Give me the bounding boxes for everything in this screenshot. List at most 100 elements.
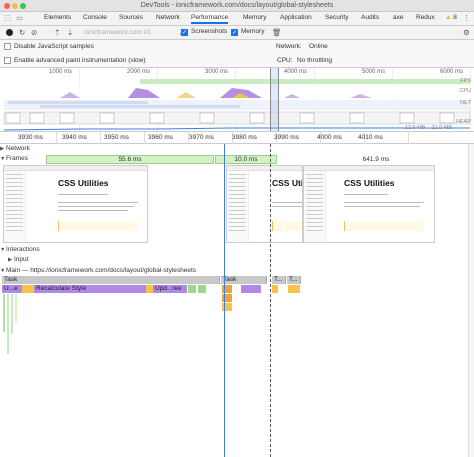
flame-update-layer-tree[interactable]: Upd...ree: [153, 285, 187, 293]
frame-screenshot[interactable]: CSS Uti: [226, 165, 303, 243]
memory-checkbox[interactable]: ✓: [231, 29, 238, 36]
flame-task[interactable]: Task: [2, 276, 220, 284]
capture-settings-icon[interactable]: ⚙: [463, 28, 470, 37]
screenshot-text-line: [344, 194, 388, 195]
flame-task[interactable]: Task: [221, 276, 267, 284]
input-track-header[interactable]: ▶ Input: [8, 256, 474, 263]
strip-thumb: [199, 112, 215, 124]
timeline-overview[interactable]: 1000 ms 2000 ms 3000 ms 4000 ms 5000 ms …: [0, 68, 474, 132]
frame-boundary-line: [270, 144, 271, 457]
tab-application[interactable]: Application: [280, 14, 312, 21]
frame-bar[interactable]: 55.6 ms: [46, 155, 214, 164]
flamechart-scrollbar[interactable]: [468, 144, 474, 457]
inspect-element-icon[interactable]: ⬚: [3, 14, 12, 23]
screenshot-note-box: [58, 221, 138, 231]
flame-subcall: [11, 294, 13, 334]
overview-graphs: [0, 79, 474, 131]
collect-garbage-icon[interactable]: 🗑: [272, 28, 282, 37]
flame-recalculate-style[interactable]: U...e: [2, 285, 22, 293]
network-throttle-select[interactable]: Online: [309, 43, 328, 50]
reload-record-icon[interactable]: ↻: [19, 28, 25, 37]
warnings-count: 8: [453, 14, 457, 21]
warnings-badge[interactable]: ▲ 8: [445, 14, 457, 21]
net-request: [8, 101, 148, 104]
cpu-throttle-label: CPU:: [277, 57, 293, 64]
heap-range: 12.5 MB – 21.0 MB: [404, 125, 452, 131]
strip-thumb: [399, 112, 415, 124]
flame-recalculate-style[interactable]: Recalculate Style: [34, 285, 146, 293]
flame-script[interactable]: [272, 285, 278, 293]
record-button[interactable]: [6, 29, 13, 36]
screenshot-heading: CSS Utilities: [344, 178, 395, 188]
flame-script[interactable]: [22, 285, 34, 293]
profile-select[interactable]: ionicframework.com #1: [84, 28, 174, 38]
tab-redux[interactable]: Redux: [416, 14, 435, 21]
ruler-tick: 3940 ms: [62, 134, 87, 141]
tab-memory[interactable]: Memory: [243, 14, 266, 21]
more-options-icon[interactable]: ⋮: [462, 14, 471, 23]
cpu-lane-label: CPU: [459, 88, 471, 94]
tab-elements[interactable]: Elements: [44, 14, 71, 21]
screenshot-note-box: [272, 221, 302, 231]
ruler-gridline: [408, 132, 409, 144]
save-profile-icon[interactable]: ⇣: [67, 28, 73, 37]
main-thread-header[interactable]: ▼Main — https://ionicframework.com/docs/…: [0, 267, 474, 274]
tab-axe[interactable]: axe: [393, 14, 403, 21]
flame-task[interactable]: T...: [272, 276, 286, 284]
screenshot-text-line: [272, 206, 302, 207]
disable-js-samples-label: Disable JavaScript samples: [14, 43, 94, 50]
selection-start-line: [224, 144, 225, 457]
advanced-paint-checkbox[interactable]: [4, 57, 11, 64]
flame-task[interactable]: T...: [287, 276, 301, 284]
screenshot-sidebar: [4, 171, 26, 242]
screenshot-sidebar: [304, 171, 326, 242]
flame-subcall: [15, 294, 17, 322]
screenshot-sidebar: [227, 171, 249, 242]
frame-bar[interactable]: 641.9 ms: [278, 155, 474, 164]
flame-layout[interactable]: [241, 285, 261, 293]
memory-label: Memory: [241, 28, 265, 35]
ruler-tick: 3930 ms: [18, 134, 43, 141]
flame-subcall: [7, 294, 9, 354]
disable-js-samples-checkbox[interactable]: [4, 43, 11, 50]
frame-screenshot[interactable]: CSS Utilities: [303, 165, 435, 243]
device-toolbar-icon[interactable]: ▭: [15, 14, 24, 23]
cpu-throttle-select[interactable]: No throttling: [297, 57, 332, 64]
load-profile-icon[interactable]: ⇡: [54, 28, 60, 37]
tab-sources[interactable]: Sources: [119, 14, 143, 21]
screenshot-text-line: [58, 202, 138, 203]
ruler-gridline: [56, 132, 57, 144]
main-thread-label: Main — https://ionicframework.com/docs/l…: [6, 267, 197, 274]
screenshot-text-line: [344, 202, 424, 203]
input-track-label: Input: [14, 256, 29, 263]
ruler-tick: 3960 ms: [148, 134, 173, 141]
frame-screenshot[interactable]: CSS Utilities: [3, 165, 148, 243]
ruler-gridline: [100, 132, 101, 144]
flame-script[interactable]: [146, 285, 153, 293]
interactions-track-header[interactable]: ▼Interactions: [0, 246, 474, 253]
flame-subcall: [3, 294, 5, 332]
tab-security[interactable]: Security: [325, 14, 348, 21]
flame-paint[interactable]: [188, 285, 196, 293]
flame-script[interactable]: [288, 285, 300, 293]
screenshot-text-line: [58, 210, 128, 211]
strip-thumb: [149, 112, 165, 124]
screenshots-checkbox[interactable]: ✓: [181, 29, 188, 36]
ruler-tick: 3970 ms: [189, 134, 214, 141]
network-track-header[interactable]: ▶ Network: [0, 145, 474, 152]
clear-icon[interactable]: ⊘: [31, 28, 37, 37]
ruler-tick: 4000 ms: [317, 134, 342, 141]
performance-toolbar: ↻ ⊘ ⇡ ⇣ ionicframework.com #1 ⌄ ✓ Screen…: [0, 26, 474, 40]
flame-paint[interactable]: [198, 285, 206, 293]
tab-audits[interactable]: Audits: [361, 14, 379, 21]
network-throttle-label: Network:: [276, 43, 302, 50]
overview-selection-window[interactable]: [270, 68, 279, 131]
tab-console[interactable]: Console: [83, 14, 107, 21]
warning-icon: ▲: [445, 14, 452, 21]
strip-thumb: [29, 112, 45, 124]
tab-performance[interactable]: Performance: [191, 12, 229, 24]
screenshot-text-line: [58, 194, 108, 195]
screenshot-note-box: [344, 221, 424, 231]
devtools-tabbar: ⬚ ▭ Elements Console Sources Network Per…: [0, 12, 474, 26]
tab-network[interactable]: Network: [156, 14, 180, 21]
